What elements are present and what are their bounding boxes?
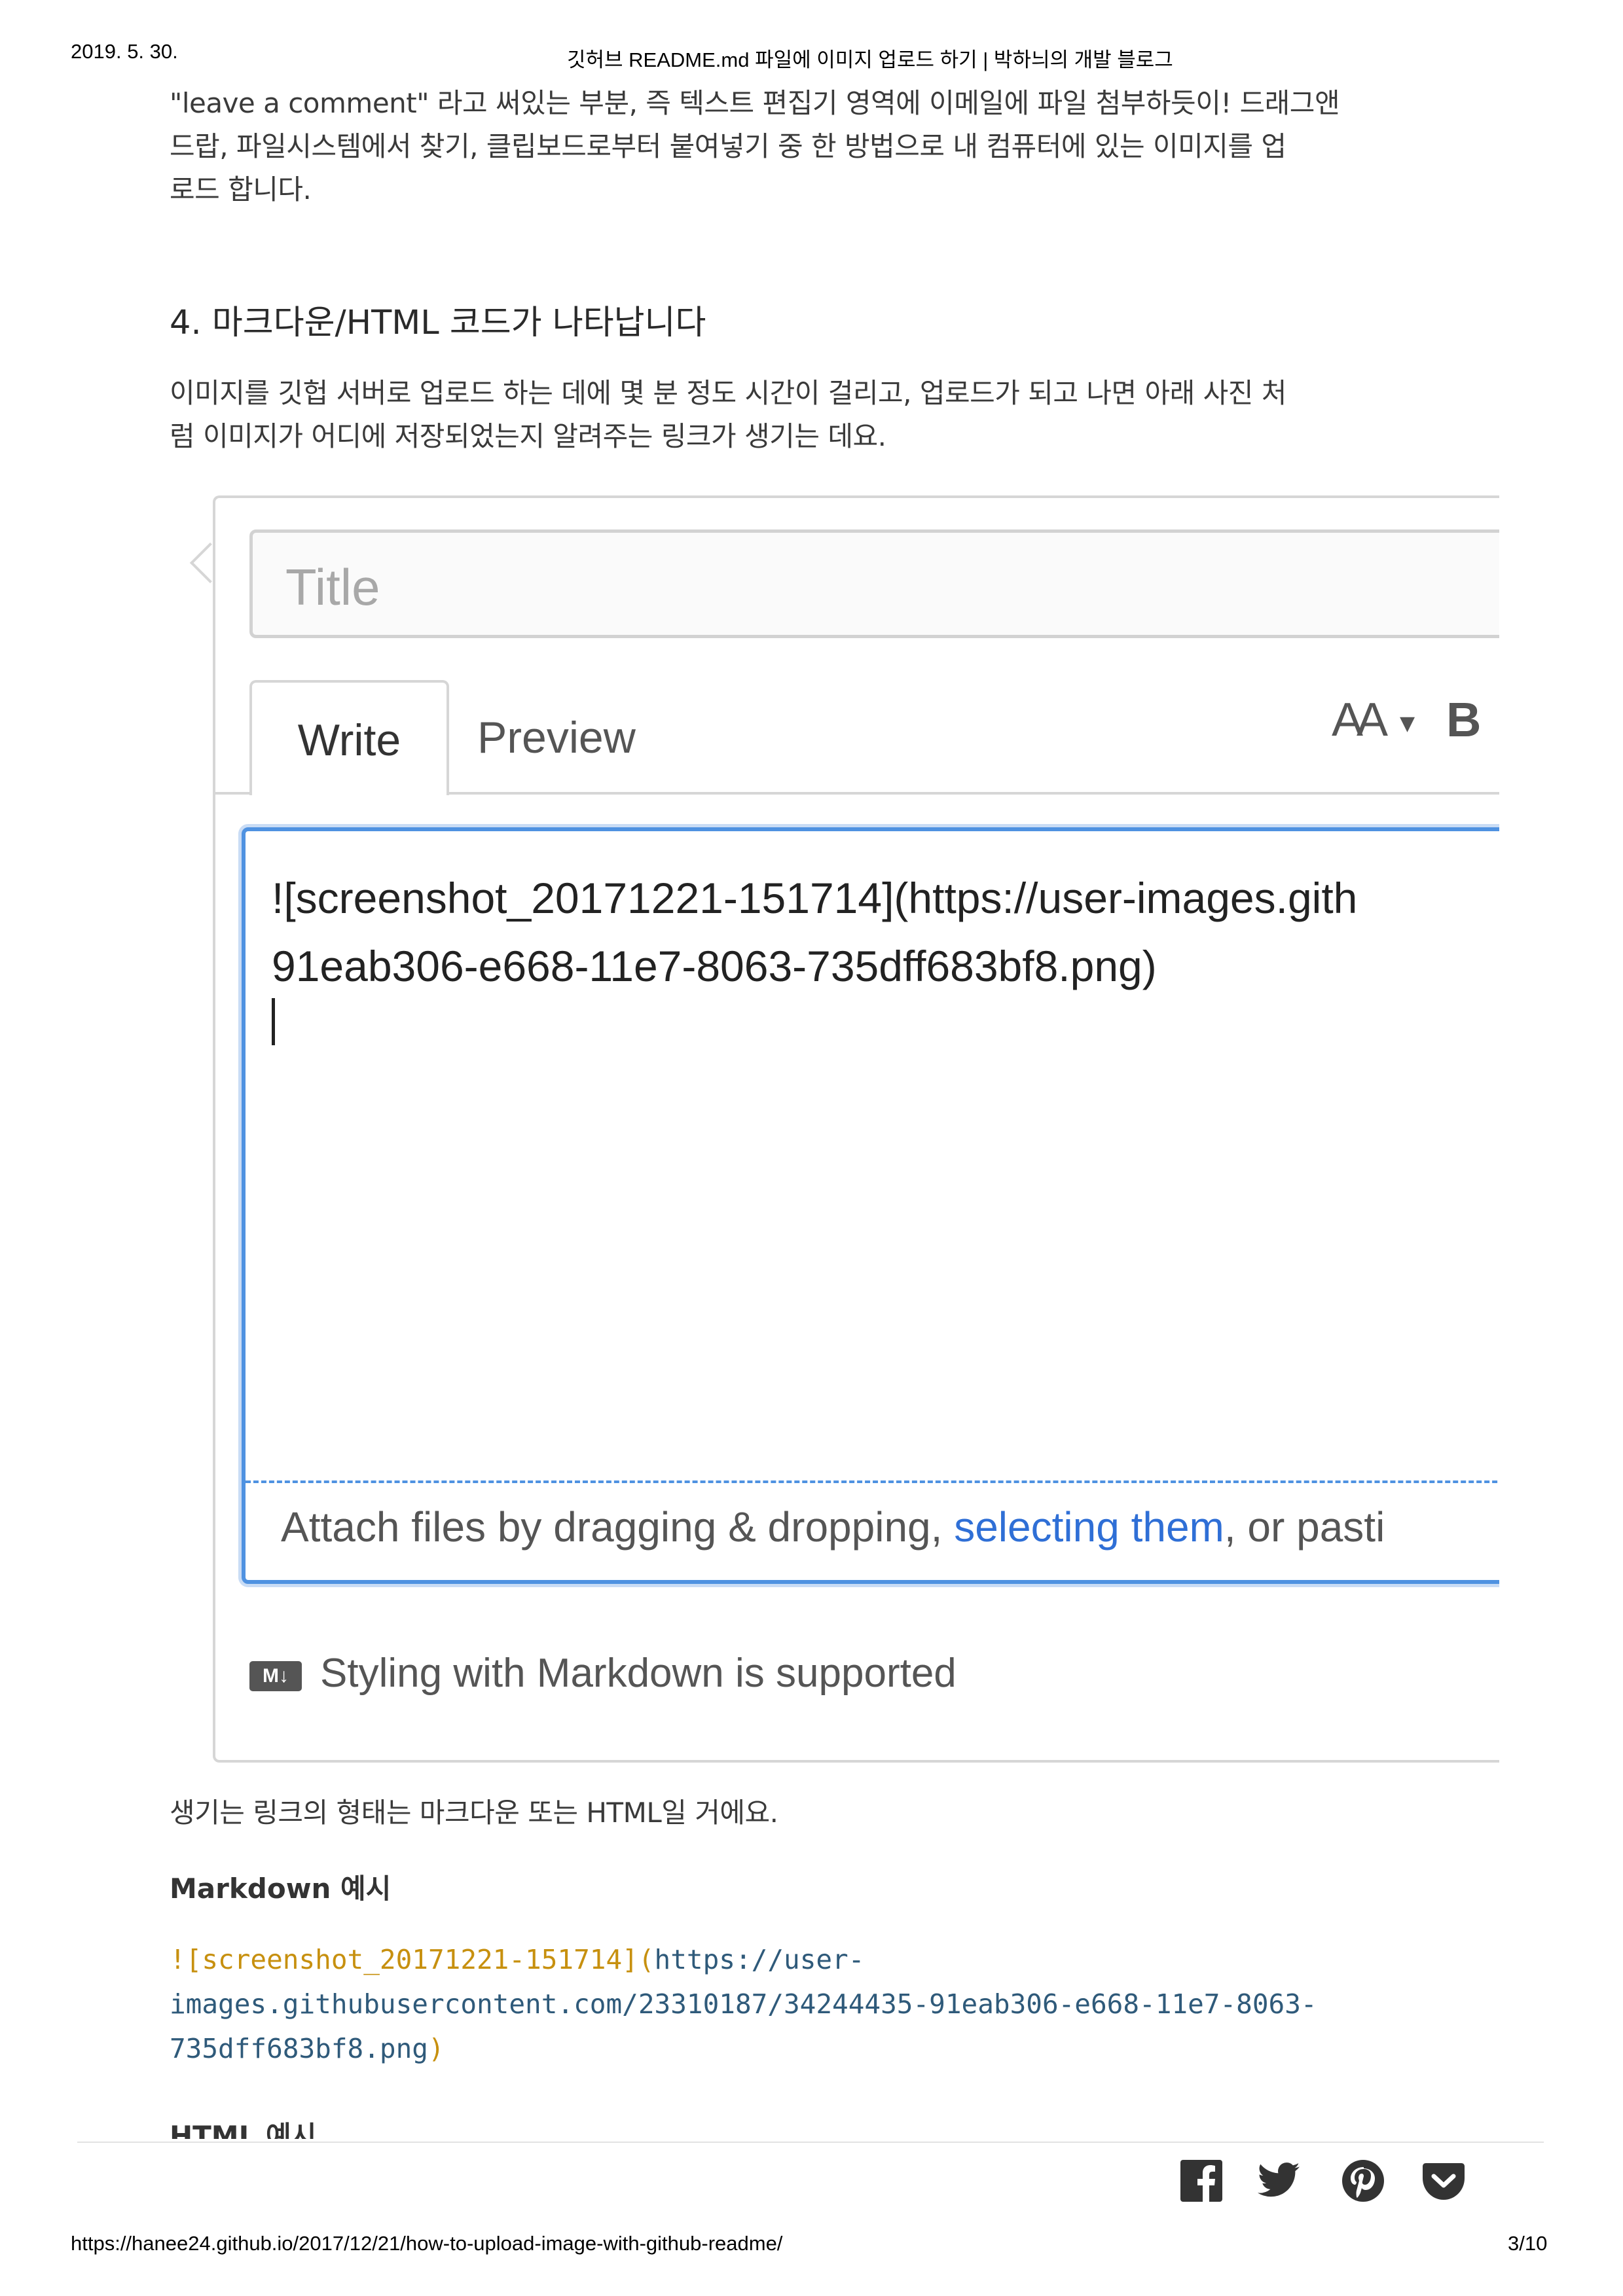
paragraph-link-format: 생기는 링크의 형태는 마크다운 또는 HTML일 거에요. (170, 1797, 778, 1829)
github-editor-screenshot: Title Write Preview AA ▼ B ![screenshot_… (213, 495, 1499, 1763)
print-footer-url: https://hanee24.github.io/2017/12/21/how… (71, 2232, 783, 2255)
pocket-icon[interactable] (1421, 2158, 1467, 2204)
editor-content: ![screenshot_20171221-151714](https://us… (272, 874, 1358, 990)
markdown-supported-note: Styling with Markdown is supported (320, 1651, 957, 1696)
selecting-them-link: selecting them (954, 1503, 1224, 1551)
markdown-example-label: Markdown 예시 (170, 1873, 392, 1905)
print-footer-page: 3/10 (1508, 2232, 1548, 2255)
paragraph-upload: "leave a comment" 라고 써있는 부분, 즉 텍스트 편집기 영… (170, 87, 1340, 206)
title-input: Title (249, 529, 1499, 638)
text-size-icon: AA (1332, 694, 1388, 746)
twitter-icon[interactable] (1256, 2158, 1302, 2204)
comment-textarea: ![screenshot_20171221-151714](https://us… (242, 827, 1499, 1584)
tab-preview: Preview (477, 713, 636, 762)
section-heading: 4. 마크다운/HTML 코드가 나타납니다 (170, 304, 706, 342)
paragraph-link-appears: 이미지를 깃헙 서버로 업로드 하는 데에 몇 분 정도 시간이 걸리고, 업로… (170, 377, 1286, 452)
html-example-label: HTML 예시 (170, 2120, 317, 2139)
print-date: 2019. 5. 30. (71, 40, 178, 63)
chevron-down-icon: ▼ (1400, 712, 1415, 735)
markdown-icon: M↓ (249, 1661, 302, 1691)
facebook-icon[interactable] (1178, 2158, 1224, 2204)
attach-divider (246, 1480, 1499, 1483)
markdown-code-block: ![screenshot_20171221-151714](https://us… (170, 1944, 1317, 2064)
tab-write: Write (249, 680, 449, 795)
attach-files-hint: Attach files by dragging & dropping, sel… (281, 1503, 1385, 1551)
pinterest-icon[interactable] (1340, 2158, 1386, 2204)
print-title: 깃허브 README.md 파일에 이미지 업로드 하기 | 박하늬의 개발 블… (567, 48, 1173, 71)
bold-icon: B (1446, 692, 1482, 747)
text-cursor (272, 998, 275, 1045)
share-divider (77, 2142, 1544, 2143)
